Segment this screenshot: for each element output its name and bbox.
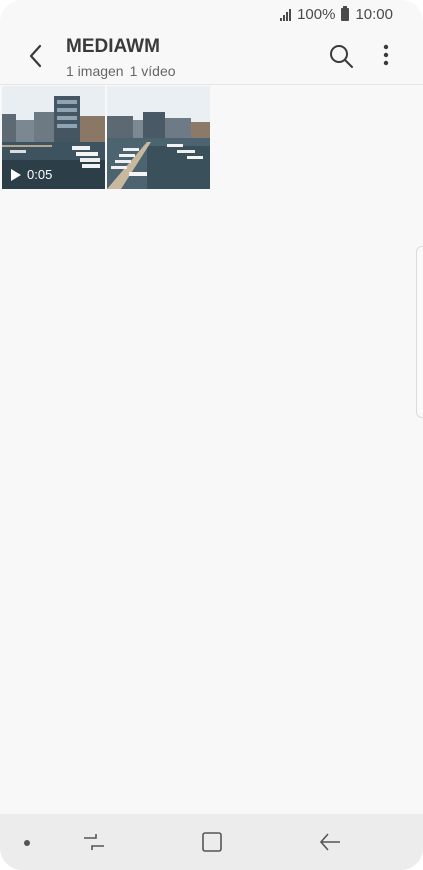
battery-percent: 100% bbox=[297, 6, 336, 23]
video-count: 1 vídeo bbox=[129, 63, 176, 79]
back-nav-button[interactable] bbox=[318, 830, 344, 859]
more-options-button[interactable] bbox=[373, 42, 399, 70]
image-thumbnail[interactable] bbox=[107, 86, 210, 189]
edge-panel-handle[interactable] bbox=[416, 246, 423, 418]
status-indicators: 100% 10:00 bbox=[280, 6, 393, 23]
more-options-icon bbox=[383, 44, 389, 66]
play-icon bbox=[11, 168, 21, 181]
search-button[interactable] bbox=[327, 42, 355, 70]
home-button[interactable] bbox=[200, 830, 224, 859]
image-count: 1 imagen bbox=[66, 63, 124, 79]
marina-photo bbox=[107, 86, 210, 189]
album-header: MEDIAWM 1 imagen 1 vídeo bbox=[0, 30, 423, 85]
back-icon bbox=[29, 44, 42, 68]
video-duration: 0:05 bbox=[27, 167, 53, 182]
video-thumbnail[interactable]: 0:05 bbox=[2, 86, 105, 189]
video-duration-overlay: 0:05 bbox=[11, 167, 52, 182]
album-title: MEDIAWM bbox=[66, 36, 160, 57]
back-nav-icon bbox=[319, 833, 340, 851]
recent-apps-icon bbox=[84, 834, 104, 850]
status-bar: 100% 10:00 bbox=[0, 0, 423, 30]
battery-icon bbox=[341, 6, 350, 21]
gallery-screen: 100% 10:00 MEDIAWM 1 imagen 1 vídeo 0:05 bbox=[0, 0, 423, 870]
back-button[interactable] bbox=[20, 40, 52, 72]
signal-icon bbox=[280, 8, 292, 21]
navigation-bar bbox=[0, 814, 423, 870]
recent-apps-button[interactable] bbox=[80, 830, 108, 859]
home-icon bbox=[202, 832, 222, 852]
clock: 10:00 bbox=[355, 6, 393, 23]
media-grid: 0:05 bbox=[2, 86, 210, 189]
search-icon bbox=[330, 45, 353, 68]
album-counts: 1 imagen 1 vídeo bbox=[66, 63, 176, 79]
dot-icon[interactable] bbox=[24, 840, 30, 846]
